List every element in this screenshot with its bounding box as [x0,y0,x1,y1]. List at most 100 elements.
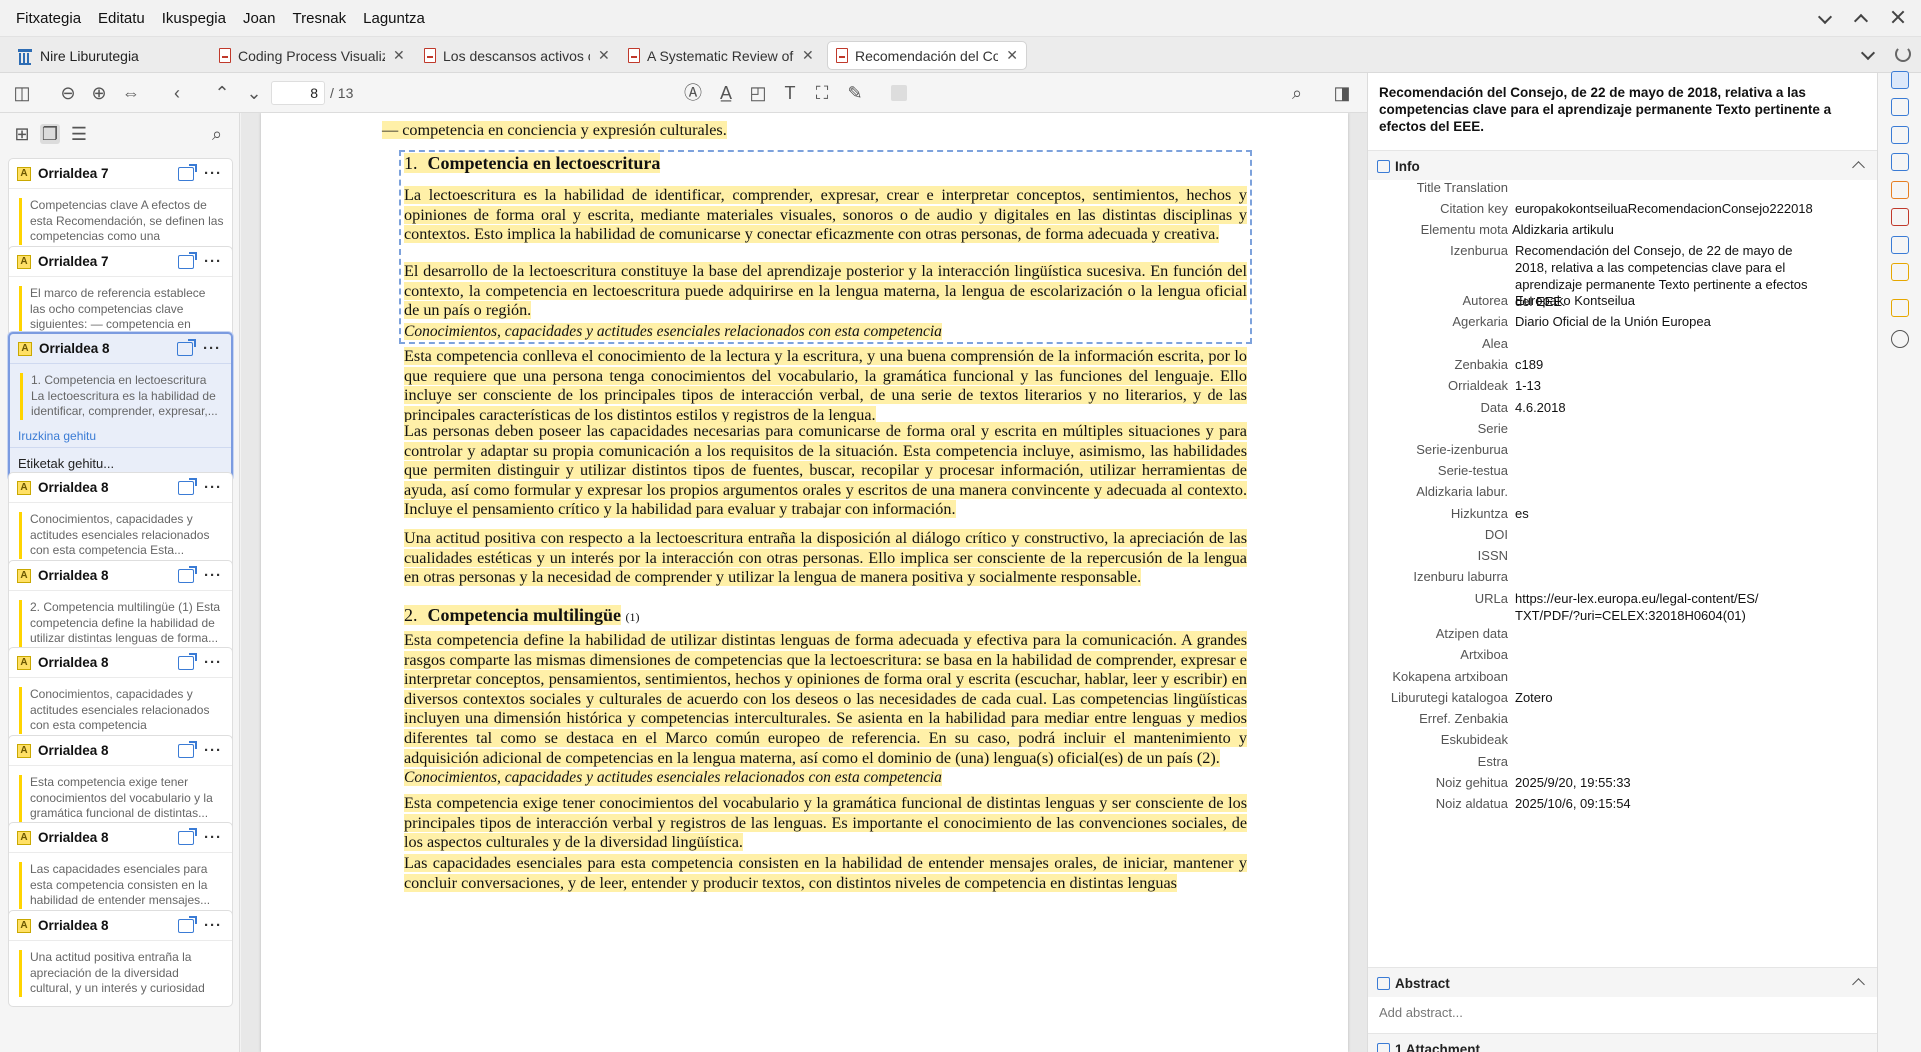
open-link-icon[interactable] [178,827,197,845]
more-options-icon[interactable]: ··· [203,340,221,357]
field-value[interactable]: Zotero [1515,689,1815,706]
annotation-card[interactable]: A Orrialdea 8 ··· Conocimientos, capacid… [8,472,233,569]
highlight-text[interactable]: El desarrollo de la lectoescritura const… [404,262,1247,320]
next-page-icon[interactable]: ⌄ [244,83,264,103]
field-value[interactable]: Diario Oficial de la Unión Europea [1515,313,1815,330]
previous-page-icon[interactable]: ⌃ [212,83,232,103]
toggle-sidebar-icon[interactable]: ◫ [12,83,32,103]
menu-edit[interactable]: Editatu [91,10,155,27]
tab-document[interactable]: A Systematic Review of t ✕ [628,41,816,70]
translate-pane-icon[interactable] [1891,236,1909,254]
text-tool-icon[interactable]: T [780,83,800,103]
tab-document[interactable]: Los descansos activos co ✕ [424,41,612,70]
more-options-icon[interactable]: ··· [204,654,222,671]
annotation-card[interactable]: A Orrialdea 8 ··· 2. Competencia multili… [8,560,233,657]
item-title[interactable]: Recomendación del Consejo, de 22 de mayo… [1379,84,1839,135]
more-options-icon[interactable]: ··· [204,479,222,496]
attachments-pane-icon[interactable] [1891,126,1909,144]
tags-pane-icon[interactable] [1891,181,1909,199]
ink-tool-icon[interactable]: ✎ [845,83,865,103]
annotation-card[interactable]: A Orrialdea 8 ··· Las capacidades esenci… [8,822,233,919]
field-value[interactable]: Aldizkaria artikulu [1512,221,1812,238]
tab-document-active[interactable]: Recomendación del Con ✕ [827,41,1027,70]
search-icon[interactable]: ⌕ [1287,83,1307,103]
zoom-out-icon[interactable]: ⊖ [58,83,78,103]
collapse-chevron-icon[interactable] [1852,161,1865,174]
page-number-input[interactable]: 8 [271,81,325,105]
open-link-icon[interactable] [178,251,197,269]
tab-library[interactable]: Nire Liburutegia [17,41,139,70]
field-value[interactable]: https://eur-lex.europa.eu/legal-content/… [1515,590,1760,624]
highlight-text[interactable]: Conocimientos, capacidades y actitudes e… [404,323,942,340]
info-section-header[interactable]: Info [1368,150,1878,180]
annotation-card[interactable]: A Orrialdea 8 ··· Conocimientos, capacid… [8,647,233,744]
annotation-card[interactable]: A Orrialdea 7 ··· Competencias clave A e… [8,158,233,255]
field-value[interactable]: 2025/10/6, 09:15:54 [1515,795,1815,812]
annotations-view-icon[interactable]: ❐ [40,124,60,144]
highlight-text[interactable]: Esta competencia exige tener conocimient… [404,794,1247,852]
fit-width-icon[interactable]: ⇔ [121,83,141,103]
open-link-icon[interactable] [178,477,197,495]
annotation-card-selected[interactable]: A Orrialdea 8 ··· 1. Competencia en lect… [8,332,233,481]
underline-tool-icon[interactable]: A̲ [716,83,736,103]
highlight-text[interactable]: Una actitud positiva con respecto a la l… [404,529,1247,587]
highlight-text[interactable]: — competencia en conciencia y expresión … [382,121,727,139]
menu-help[interactable]: Laguntza [356,10,435,27]
menu-tools[interactable]: Tresnak [286,10,357,27]
more-options-icon[interactable]: ··· [204,917,222,934]
maximize-icon[interactable] [1853,8,1871,26]
field-value[interactable]: 4.6.2018 [1515,399,1815,416]
info-pane-icon[interactable] [1891,71,1909,89]
highlight-text[interactable]: Las capacidades esenciales para esta com… [404,854,1247,892]
tabs-dropdown-icon[interactable] [1860,45,1876,61]
pdf-page[interactable]: — competencia en conciencia y expresión … [261,113,1348,1052]
thumbnails-icon[interactable]: ⊞ [12,124,32,144]
libraries-collections-icon[interactable] [1891,153,1909,171]
abstract-section-header[interactable]: Abstract [1368,967,1878,997]
open-link-icon[interactable] [178,652,197,670]
highlight-text[interactable]: Esta competencia define la habilidad de … [404,631,1247,767]
highlight-text[interactable]: Las personas deben poseer las capacidade… [404,422,1247,519]
field-value[interactable]: c189 [1515,356,1815,373]
related-pane-icon[interactable] [1891,208,1909,226]
add-comment-field[interactable]: Iruzkina gehitu [10,429,231,447]
open-link-icon[interactable] [178,740,197,758]
annotation-card[interactable]: A Orrialdea 7 ··· El marco de referencia… [8,246,233,343]
highlight-tool-icon[interactable]: Ⓐ [683,83,703,103]
annotation-card[interactable]: A Orrialdea 8 ··· Esta competencia exige… [8,735,233,832]
more-options-icon[interactable]: ··· [204,829,222,846]
more-options-icon[interactable]: ··· [204,165,222,182]
add-note-icon[interactable] [1891,299,1909,317]
menu-file[interactable]: Fitxategia [0,10,91,27]
menu-view[interactable]: Ikuspegia [155,10,236,27]
more-options-icon[interactable]: ··· [204,253,222,270]
zoom-in-icon[interactable]: ⊕ [89,83,109,103]
toggle-context-pane-icon[interactable]: ◨ [1332,83,1352,103]
notes-pane-icon[interactable] [1891,263,1909,281]
field-value[interactable]: europakokontseiluaRecomendacionConsejo22… [1515,200,1815,217]
field-value[interactable]: 1-13 [1515,377,1815,394]
open-link-icon[interactable] [178,915,197,933]
annotation-card[interactable]: A Orrialdea 8 ··· Una actitud positiva e… [8,910,233,1007]
pdf-viewer[interactable]: — competencia en conciencia y expresión … [241,113,1367,1052]
open-link-icon[interactable] [178,163,197,181]
highlight-text[interactable]: La lectoescritura es la habilidad de ide… [404,186,1247,244]
highlight-text[interactable]: Esta competencia conlleva el conocimient… [404,347,1247,424]
field-value[interactable]: 2025/9/20, 19:55:33 [1515,774,1815,791]
open-link-icon[interactable] [178,565,197,583]
field-value[interactable]: Europako Kontseilua [1515,292,1815,309]
close-window-icon[interactable] [1889,8,1907,26]
locate-icon[interactable] [1891,330,1909,348]
menu-go[interactable]: Joan [236,10,286,27]
abstract-field[interactable]: Add abstract... [1379,1005,1463,1020]
open-link-icon[interactable] [177,338,196,356]
outline-icon[interactable]: ☰ [69,124,89,144]
field-value[interactable]: es [1515,505,1815,522]
area-tool-icon[interactable]: ⛶ [812,83,832,103]
note-tool-icon[interactable]: ◰ [748,83,768,103]
tab-close-icon[interactable]: ✕ [802,47,814,64]
tab-close-icon[interactable]: ✕ [1006,47,1018,64]
color-picker[interactable] [891,85,907,101]
sync-icon[interactable] [1895,46,1911,62]
more-options-icon[interactable]: ··· [204,567,222,584]
